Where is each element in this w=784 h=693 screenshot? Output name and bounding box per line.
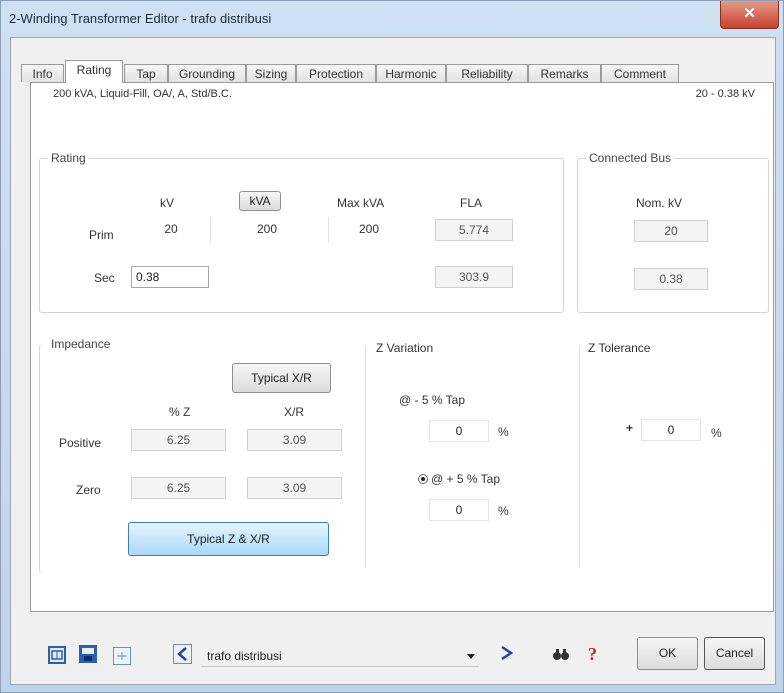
nom-kv-column-header: Nom. kV — [636, 196, 683, 210]
pos-tap-label: @ + 5 % Tap — [431, 472, 500, 486]
rating-legend: Rating — [51, 151, 86, 165]
z-tolerance-legend: Z Tolerance — [588, 341, 651, 355]
tab-rating[interactable]: Rating — [65, 60, 123, 83]
sec-fla-field[interactable] — [435, 266, 513, 288]
positive-xr-field[interactable] — [247, 429, 342, 451]
neg-tap-unit: % — [498, 425, 509, 439]
rating-divider — [328, 217, 329, 243]
svg-text:?: ? — [588, 644, 597, 663]
prim-kva-value: 200 — [256, 222, 278, 236]
positive-z-field[interactable] — [131, 429, 226, 451]
positive-label: Positive — [59, 436, 102, 450]
zero-label: Zero — [76, 483, 101, 497]
previous-element-icon[interactable] — [173, 644, 192, 664]
editor-window: 2-Winding Transformer Editor - trafo dis… — [0, 0, 784, 693]
tab-remarks[interactable]: Remarks — [528, 64, 601, 82]
sec-label: Sec — [94, 271, 115, 285]
tab-sizing[interactable]: Sizing — [246, 64, 296, 82]
voltage-summary: 20 - 0.38 kV — [695, 88, 755, 100]
typical-xr-button[interactable]: Typical X/R — [232, 363, 331, 393]
prim-kv-value: 20 — [164, 222, 178, 236]
tab-comment[interactable]: Comment — [601, 64, 679, 82]
zero-z-field[interactable] — [131, 477, 226, 499]
percent-z-column-header: % Z — [169, 405, 191, 419]
help-library-icon[interactable] — [113, 647, 131, 665]
chevron-down-icon[interactable] — [465, 652, 477, 662]
pos-tap-z-variation-field[interactable] — [429, 499, 489, 521]
fla-column-header: FLA — [460, 196, 483, 210]
neg-tap-z-variation-field[interactable] — [429, 420, 489, 442]
prim-label: Prim — [89, 228, 114, 242]
info-bar: 200 kVA, Liquid-Fill, OA/, A, Std/B.C. 2… — [31, 83, 773, 107]
sec-kv-field[interactable] — [131, 266, 209, 288]
tab-grounding[interactable]: Grounding — [168, 64, 246, 82]
ok-button[interactable]: OK — [637, 637, 698, 670]
kva-units-button[interactable]: kVA — [239, 191, 281, 211]
close-button[interactable]: ✕ — [720, 1, 779, 29]
close-icon: ✕ — [743, 5, 756, 22]
kv-column-header: kV — [160, 196, 175, 210]
max-kva-column-header: Max kVA — [337, 196, 385, 210]
tab-info[interactable]: Info — [21, 64, 64, 82]
tab-protection[interactable]: Protection — [296, 64, 376, 82]
element-selector[interactable]: trafo distribusi — [201, 646, 479, 667]
tolerance-sign: + — [626, 421, 634, 435]
tab-reliability[interactable]: Reliability — [446, 64, 528, 82]
save-icon[interactable] — [79, 645, 97, 663]
tab-strip: Info Rating Tap Grounding Sizing Protect… — [21, 60, 761, 83]
print-icon[interactable] — [48, 646, 66, 664]
z-variation-divider — [365, 346, 366, 568]
z-tolerance-divider — [579, 346, 580, 568]
pos-tap-unit: % — [498, 504, 509, 518]
tab-harmonic[interactable]: Harmonic — [376, 64, 446, 82]
typical-z-xr-button[interactable]: Typical Z & X/R — [128, 522, 329, 556]
rating-divider — [210, 217, 211, 243]
connected-bus-legend: Connected Bus — [589, 151, 672, 165]
neg-tap-label: @ - 5 % Tap — [399, 393, 465, 407]
tab-tap[interactable]: Tap — [124, 64, 168, 82]
impedance-legend: Impedance — [51, 337, 111, 351]
prim-nom-kv-field[interactable] — [634, 220, 708, 242]
z-variation-legend: Z Variation — [376, 341, 434, 355]
cancel-button[interactable]: Cancel — [704, 637, 765, 670]
device-summary: 200 kVA, Liquid-Fill, OA/, A, Std/B.C. — [53, 88, 232, 100]
prim-max-kva-value: 200 — [358, 222, 380, 236]
z-tolerance-field[interactable] — [641, 419, 701, 441]
z-tolerance-unit: % — [711, 426, 722, 440]
sec-nom-kv-field[interactable] — [634, 268, 708, 290]
next-element-icon[interactable] — [498, 644, 516, 662]
prim-fla-field[interactable] — [435, 219, 513, 241]
title-bar[interactable]: 2-Winding Transformer Editor - trafo dis… — [1, 1, 783, 37]
window-title: 2-Winding Transformer Editor - trafo dis… — [9, 11, 272, 26]
element-selector-value: trafo distribusi — [207, 649, 282, 663]
find-icon[interactable] — [552, 645, 570, 663]
zero-xr-field[interactable] — [247, 477, 342, 499]
xr-column-header: X/R — [284, 405, 305, 419]
help-icon[interactable]: ? — [586, 643, 604, 663]
